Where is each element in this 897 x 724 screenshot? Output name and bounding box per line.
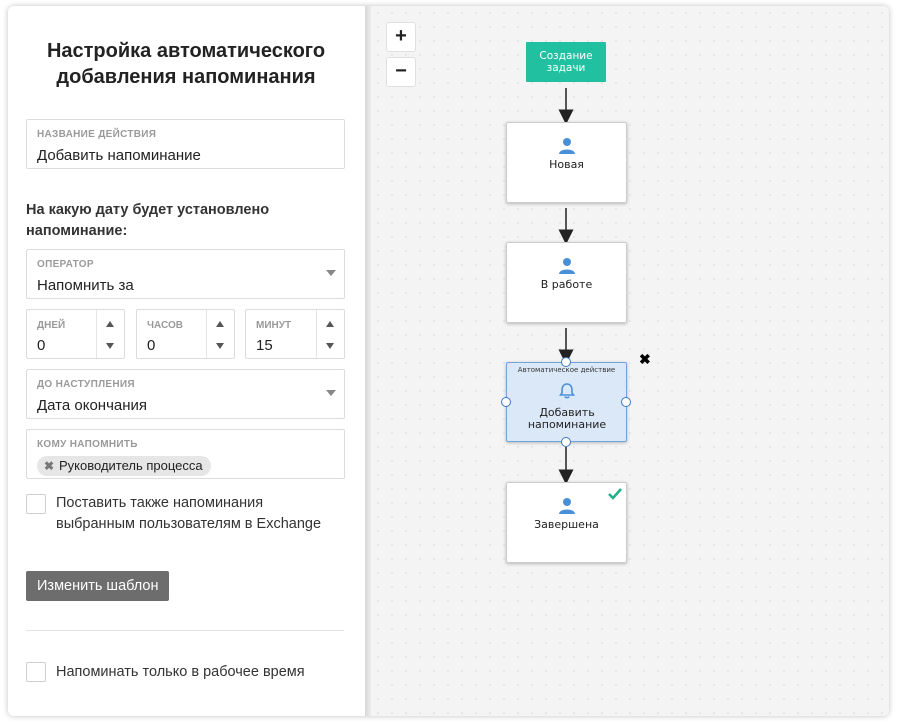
chevron-down-icon[interactable]: [326, 390, 336, 396]
connector-handle-top[interactable]: [561, 357, 571, 367]
minutes-label: МИНУТ: [256, 320, 292, 331]
change-template-button[interactable]: Изменить шаблон: [26, 571, 170, 601]
editor-window: Настройка автоматического добавления нап…: [8, 6, 889, 716]
days-label: ДНЕЙ: [37, 320, 66, 331]
zoom-in-button[interactable]: +: [386, 22, 416, 52]
operator-value: Напомнить за: [37, 277, 134, 294]
check-icon: [608, 487, 622, 505]
days-stepper[interactable]: ДНЕЙ 0: [26, 309, 125, 359]
node-new[interactable]: Новая: [506, 122, 627, 203]
delete-node-icon[interactable]: ✖: [639, 352, 651, 366]
user-icon: [558, 257, 576, 280]
start-node[interactable]: Создание задачи: [526, 42, 606, 82]
bell-icon: [558, 382, 576, 405]
connector-arrows: [558, 88, 574, 485]
zoom-out-button[interactable]: −: [386, 57, 416, 87]
arrow-up-icon[interactable]: [216, 321, 224, 327]
before-select[interactable]: ДО НАСТУПЛЕНИЯ Дата окончания: [26, 369, 345, 419]
whom-label: КОМУ НАПОМНИТЬ: [37, 439, 138, 450]
action-node-add-reminder[interactable]: Автоматическое действие Добавить напомин…: [506, 362, 627, 442]
node-new-label: Новая: [549, 158, 584, 171]
action-name-label: НАЗВАНИЕ ДЕЙСТВИЯ: [37, 129, 157, 140]
arrow-down-icon[interactable]: [106, 343, 114, 349]
action-node-label: Добавить напоминание: [527, 406, 607, 431]
operator-label: ОПЕРАТОР: [37, 259, 94, 270]
user-icon: [558, 497, 576, 520]
node-completed[interactable]: Завершена: [506, 482, 627, 563]
action-name-field[interactable]: НАЗВАНИЕ ДЕЙСТВИЯ Добавить напоминание: [26, 119, 345, 169]
connector-handle-bottom[interactable]: [561, 437, 571, 447]
hours-label: ЧАСОВ: [147, 320, 183, 331]
worktime-checkbox[interactable]: [26, 662, 46, 682]
divider: [26, 630, 344, 631]
action-node-subtitle: Автоматическое действие: [517, 366, 616, 374]
exchange-checkbox-label: Поставить также напоминания выбранным по…: [56, 495, 322, 532]
arrow-down-icon[interactable]: [326, 343, 334, 349]
connector-handle-right[interactable]: [621, 397, 631, 407]
process-canvas[interactable]: + − Создание задачи Новая В работе Автом…: [371, 6, 889, 716]
exchange-checkbox[interactable]: [26, 494, 46, 514]
arrow-down-icon[interactable]: [216, 343, 224, 349]
minutes-stepper[interactable]: МИНУТ 15: [245, 309, 345, 359]
before-label: ДО НАСТУПЛЕНИЯ: [37, 379, 135, 390]
node-in-progress-label: В работе: [540, 278, 593, 291]
whom-field[interactable]: КОМУ НАПОМНИТЬ ✖ Руководитель процесса: [26, 429, 345, 479]
node-in-progress[interactable]: В работе: [506, 242, 627, 323]
arrow-up-icon[interactable]: [326, 321, 334, 327]
before-value: Дата окончания: [37, 397, 148, 414]
worktime-checkbox-label: Напоминать только в рабочее время: [56, 664, 305, 680]
minutes-arrows: [316, 310, 344, 358]
settings-sidebar: Настройка автоматического добавления нап…: [8, 6, 365, 716]
action-name-value[interactable]: Добавить напоминание: [37, 147, 201, 164]
date-question: На какую дату будет установлено напомина…: [26, 202, 270, 239]
arrow-up-icon[interactable]: [106, 321, 114, 327]
days-arrows: [96, 310, 124, 358]
hours-value[interactable]: 0: [147, 337, 155, 354]
hours-arrows: [206, 310, 234, 358]
node-completed-label: Завершена: [534, 518, 599, 531]
recipient-chip: ✖ Руководитель процесса: [37, 456, 211, 476]
page-title: Настройка автоматического добавления нап…: [46, 40, 326, 88]
remove-chip-icon[interactable]: ✖: [44, 456, 54, 476]
operator-select[interactable]: ОПЕРАТОР Напомнить за: [26, 249, 345, 299]
days-value[interactable]: 0: [37, 337, 45, 354]
connector-handle-left[interactable]: [501, 397, 511, 407]
minutes-value[interactable]: 15: [256, 337, 273, 354]
hours-stepper[interactable]: ЧАСОВ 0: [136, 309, 235, 359]
chevron-down-icon[interactable]: [326, 270, 336, 276]
user-icon: [558, 137, 576, 160]
recipient-chip-label: Руководитель процесса: [59, 458, 203, 473]
